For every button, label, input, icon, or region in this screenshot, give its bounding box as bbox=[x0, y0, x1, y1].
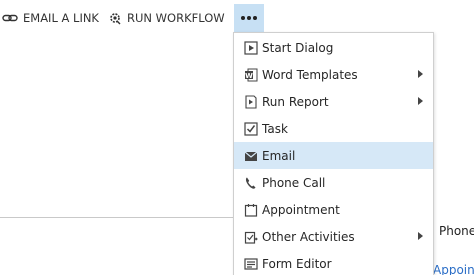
task-checkbox-icon bbox=[243, 121, 259, 137]
word-icon: W bbox=[243, 67, 259, 83]
more-commands-menu: Start Dialog W Word Templates Run Report… bbox=[233, 32, 434, 275]
menu-item-label: Task bbox=[262, 121, 288, 136]
menu-item-run-report[interactable]: Run Report bbox=[234, 88, 433, 115]
menu-item-email[interactable]: Email bbox=[234, 142, 433, 169]
menu-item-task[interactable]: Task bbox=[234, 115, 433, 142]
submenu-arrow-icon bbox=[418, 70, 423, 78]
email-a-link-label: EMAIL A LINK bbox=[23, 11, 99, 25]
start-dialog-icon bbox=[243, 40, 259, 56]
menu-item-label: Phone Call bbox=[262, 175, 326, 190]
menu-item-word-templates[interactable]: W Word Templates bbox=[234, 61, 433, 88]
menu-item-label: Email bbox=[262, 148, 296, 163]
phone-icon bbox=[243, 175, 259, 191]
form-editor-icon bbox=[243, 256, 259, 272]
appointment-link[interactable]: Appoin bbox=[433, 263, 474, 275]
run-workflow-button[interactable]: RUN WORKFLOW bbox=[108, 0, 225, 36]
menu-item-label: Form Editor bbox=[262, 256, 332, 271]
menu-item-label: Start Dialog bbox=[262, 40, 334, 55]
menu-item-label: Appointment bbox=[262, 202, 340, 217]
menu-item-other-activities[interactable]: Other Activities bbox=[234, 223, 433, 250]
menu-item-label: Run Report bbox=[262, 94, 329, 109]
ellipsis-icon bbox=[241, 16, 257, 20]
phone-column-label: Phone bbox=[439, 224, 474, 238]
submenu-arrow-icon bbox=[418, 97, 423, 105]
email-a-link-button[interactable]: EMAIL A LINK bbox=[2, 0, 99, 36]
svg-text:W: W bbox=[245, 72, 253, 80]
run-workflow-label: RUN WORKFLOW bbox=[127, 11, 225, 25]
section-divider bbox=[0, 217, 234, 218]
menu-item-phone-call[interactable]: Phone Call bbox=[234, 169, 433, 196]
other-activities-icon bbox=[243, 229, 259, 245]
menu-item-appointment[interactable]: Appointment bbox=[234, 196, 433, 223]
submenu-arrow-icon bbox=[418, 232, 423, 240]
appointment-icon bbox=[243, 202, 259, 218]
more-commands-button[interactable] bbox=[234, 4, 264, 32]
command-bar: EMAIL A LINK RUN WORKFLOW bbox=[0, 0, 474, 36]
envelope-icon bbox=[243, 148, 259, 164]
link-icon bbox=[2, 13, 18, 23]
workflow-gear-icon bbox=[108, 11, 122, 25]
menu-item-start-dialog[interactable]: Start Dialog bbox=[234, 34, 433, 61]
report-icon bbox=[243, 94, 259, 110]
menu-item-form-editor[interactable]: Form Editor bbox=[234, 250, 433, 275]
menu-item-label: Word Templates bbox=[262, 67, 358, 82]
menu-item-label: Other Activities bbox=[262, 229, 355, 244]
